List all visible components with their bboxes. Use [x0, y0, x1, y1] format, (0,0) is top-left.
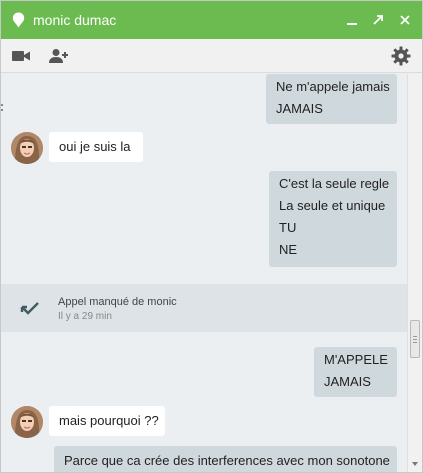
- avatar[interactable]: [11, 132, 43, 164]
- avatar[interactable]: [11, 406, 43, 438]
- message-line: Ne m'appele jamais: [276, 79, 390, 94]
- scrollbar-thumb[interactable]: [410, 320, 420, 358]
- window-title: monic dumac: [33, 12, 117, 28]
- message-line: C'est la seule regle: [279, 176, 390, 191]
- close-icon: [400, 15, 410, 25]
- chat-toolbar: [1, 39, 422, 73]
- missed-call-time: Il y a 29 min: [58, 311, 112, 322]
- close-button[interactable]: [396, 11, 414, 29]
- message-outgoing[interactable]: Ne m'appele jamais JAMAIS: [266, 74, 397, 124]
- message-outgoing[interactable]: Parce que ca crée des interferences avec…: [54, 446, 397, 472]
- avatar-photo: [11, 406, 43, 438]
- grip-line: [413, 339, 417, 340]
- message-line: TU: [279, 220, 297, 235]
- message-line: mais pourquoi ??: [59, 413, 159, 428]
- message-incoming[interactable]: oui je suis la: [49, 132, 143, 162]
- settings-button[interactable]: [390, 45, 412, 67]
- minimize-button[interactable]: [343, 11, 361, 29]
- video-call-button[interactable]: [10, 45, 32, 67]
- message-line: Parce que ca crée des interferences avec…: [64, 453, 390, 468]
- chat-window: monic dumac Ne m'appele jamais JAMAIS ou…: [0, 0, 423, 473]
- missed-call-title: Appel manqué de monic: [58, 296, 177, 308]
- message-outgoing[interactable]: M'APPELE JAMAIS: [314, 347, 397, 397]
- location-pin-icon: [12, 12, 25, 28]
- unread-marker-icon: [1, 104, 3, 111]
- message-outgoing[interactable]: C'est la seule regle La seule et unique …: [269, 171, 397, 267]
- message-line: NE: [279, 242, 298, 257]
- missed-call-notice[interactable]: Appel manqué de monic Il y a 29 min: [1, 284, 407, 332]
- message-incoming[interactable]: mais pourquoi ??: [49, 406, 165, 436]
- missed-call-arrow-icon: [20, 302, 39, 315]
- popout-icon: [373, 15, 383, 25]
- scrollbar[interactable]: [407, 74, 422, 472]
- grip-line: [413, 342, 417, 343]
- message-line: La seule et unique: [279, 198, 386, 213]
- video-call-icon: [12, 51, 30, 61]
- message-line: oui je suis la: [59, 139, 131, 154]
- minimize-icon: [347, 23, 357, 25]
- avatar-photo: [11, 132, 43, 164]
- scroll-down-arrow-icon[interactable]: [411, 460, 419, 468]
- message-line: JAMAIS: [324, 374, 371, 389]
- settings-gear-icon: [391, 46, 411, 66]
- add-person-icon: [49, 49, 68, 63]
- grip-line: [413, 336, 417, 337]
- message-line: JAMAIS: [276, 101, 323, 116]
- message-list[interactable]: Ne m'appele jamais JAMAIS oui je suis la…: [1, 74, 407, 472]
- popout-button[interactable]: [369, 11, 387, 29]
- message-line: M'APPELE: [324, 352, 388, 367]
- title-bar[interactable]: monic dumac: [1, 1, 422, 39]
- add-person-button[interactable]: [48, 45, 70, 67]
